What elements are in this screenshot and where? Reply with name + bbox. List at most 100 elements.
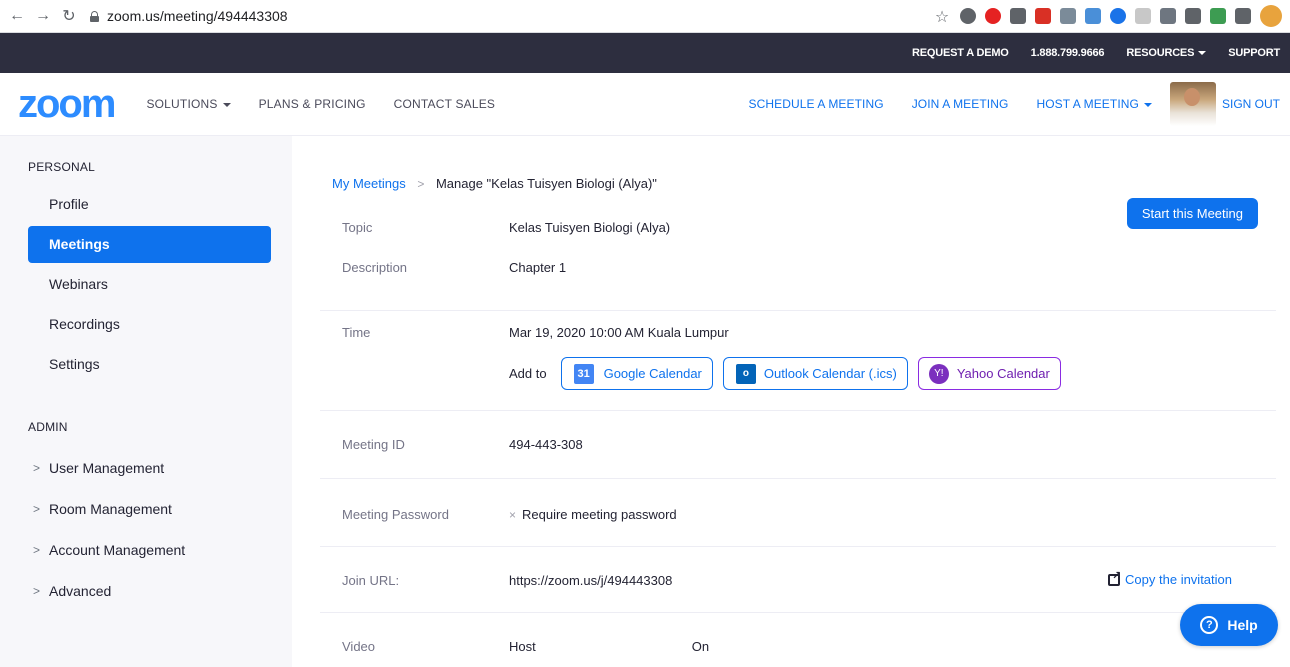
profile-avatar-icon[interactable] bbox=[1260, 5, 1282, 27]
resources-label: RESOURCES bbox=[1126, 47, 1195, 59]
google-calendar-label: Google Calendar bbox=[603, 366, 702, 381]
yahoo-calendar-label: Yahoo Calendar bbox=[956, 366, 1050, 381]
extension-icon[interactable] bbox=[1010, 8, 1026, 24]
caret-down-icon bbox=[1143, 102, 1152, 107]
caret-down-icon bbox=[1198, 51, 1207, 56]
sidebar-item-label: User Management bbox=[49, 460, 165, 476]
extension-icon[interactable] bbox=[1085, 8, 1101, 24]
chevron-right-icon: > bbox=[33, 584, 41, 598]
reload-icon[interactable]: ↻ bbox=[58, 5, 80, 27]
zoom-logo[interactable]: zoom bbox=[18, 84, 116, 124]
sidebar-header-admin: ADMIN bbox=[28, 420, 68, 434]
extension-icon[interactable] bbox=[1035, 8, 1051, 24]
video-host-label: Host bbox=[509, 639, 536, 654]
description-row: Description Chapter 1 bbox=[320, 261, 1276, 301]
meeting-password-section: Meeting Password × Require meeting passwo… bbox=[320, 479, 1276, 547]
code-extension-icon[interactable] bbox=[1060, 8, 1076, 24]
breadcrumb: My Meetings > Manage "Kelas Tuisyen Biol… bbox=[320, 176, 1290, 191]
sidebar-header-personal: PERSONAL bbox=[28, 160, 95, 174]
sidebar-item-meetings[interactable]: Meetings bbox=[28, 226, 271, 263]
copy-invitation-link[interactable]: Copy the invitation bbox=[1108, 569, 1232, 587]
browser-toolbar: ← → ↻ zoom.us/meeting/494443308 ☆ bbox=[0, 0, 1290, 33]
help-icon: ? bbox=[1200, 616, 1219, 634]
drive-extension-icon[interactable] bbox=[960, 8, 976, 24]
sidebar-item-label: Account Management bbox=[49, 542, 186, 558]
contact-sales-link[interactable]: CONTACT SALES bbox=[394, 97, 496, 111]
join-meeting-link[interactable]: JOIN A MEETING bbox=[912, 97, 1009, 111]
top-utility-bar: REQUEST A DEMO 1.888.799.9666 RESOURCES … bbox=[0, 33, 1290, 73]
opera-extension-icon[interactable] bbox=[985, 8, 1001, 24]
meeting-id-row: Meeting ID 494-443-308 bbox=[320, 437, 1276, 452]
sidebar-item-profile[interactable]: Profile bbox=[28, 186, 271, 223]
back-icon[interactable]: ← bbox=[6, 5, 28, 27]
meeting-password-value: × Require meeting password bbox=[509, 507, 677, 522]
description-label: Description bbox=[342, 260, 408, 275]
sidebar-item-advanced[interactable]: > Advanced bbox=[0, 571, 292, 612]
extension-icon[interactable] bbox=[1135, 8, 1151, 24]
yahoo-calendar-button[interactable]: Y! Yahoo Calendar bbox=[917, 357, 1061, 390]
topic-label: Topic bbox=[342, 220, 373, 235]
topic-section: Topic Kelas Tuisyen Biologi (Alya) Descr… bbox=[320, 191, 1276, 311]
video-host-value: On bbox=[691, 639, 710, 654]
sign-out-link[interactable]: SIGN OUT bbox=[1222, 97, 1280, 111]
breadcrumb-my-meetings-link[interactable]: My Meetings bbox=[332, 176, 406, 191]
breadcrumb-separator: > bbox=[417, 177, 425, 191]
video-label: Video bbox=[342, 639, 376, 654]
forward-icon[interactable]: → bbox=[32, 5, 54, 27]
sidebar-item-label: Advanced bbox=[49, 583, 112, 599]
sidebar-item-label: Room Management bbox=[49, 501, 172, 517]
sidebar-item-account-management[interactable]: > Account Management bbox=[0, 530, 292, 571]
phone-number[interactable]: 1.888.799.9666 bbox=[1031, 47, 1105, 59]
url-text: zoom.us/meeting/494443308 bbox=[107, 8, 288, 24]
google-calendar-icon: 31 bbox=[573, 363, 594, 384]
help-label: Help bbox=[1227, 617, 1258, 633]
schedule-meeting-link[interactable]: SCHEDULE A MEETING bbox=[749, 97, 884, 111]
resources-menu[interactable]: RESOURCES bbox=[1126, 47, 1207, 59]
host-meeting-menu[interactable]: HOST A MEETING bbox=[1036, 97, 1152, 111]
extension-icon[interactable] bbox=[1160, 8, 1176, 24]
solutions-menu[interactable]: SOLUTIONS bbox=[146, 97, 231, 111]
sidebar-item-user-management[interactable]: > User Management bbox=[0, 448, 292, 489]
copy-invitation-label: Copy the invitation bbox=[1125, 572, 1232, 587]
join-url-value[interactable]: https://zoom.us/j/494443308 bbox=[509, 573, 672, 588]
join-url-section: Join URL: https://zoom.us/j/494443308 Co… bbox=[320, 547, 1276, 613]
bookmark-star-icon[interactable]: ☆ bbox=[933, 7, 951, 26]
topic-row: Topic Kelas Tuisyen Biologi (Alya) bbox=[320, 221, 1276, 261]
address-bar[interactable]: zoom.us/meeting/494443308 bbox=[90, 3, 810, 29]
extension-icon[interactable] bbox=[1185, 8, 1201, 24]
topic-value: Kelas Tuisyen Biologi (Alya) bbox=[509, 220, 671, 235]
share-icon bbox=[1108, 569, 1121, 586]
google-calendar-button[interactable]: 31 Google Calendar bbox=[560, 357, 713, 390]
meeting-id-section: Meeting ID 494-443-308 bbox=[320, 411, 1276, 479]
user-avatar[interactable] bbox=[1169, 82, 1216, 126]
meeting-password-row: Meeting Password × Require meeting passwo… bbox=[320, 507, 1276, 522]
sidebar-item-settings[interactable]: Settings bbox=[28, 346, 271, 383]
sidebar-item-recordings[interactable]: Recordings bbox=[28, 306, 271, 343]
extension-bar: ☆ bbox=[933, 5, 1290, 27]
solutions-label: SOLUTIONS bbox=[146, 97, 218, 111]
page-body: PERSONAL Profile Meetings Webinars Recor… bbox=[0, 136, 1290, 667]
chevron-right-icon: > bbox=[33, 502, 41, 516]
description-value: Chapter 1 bbox=[509, 260, 567, 275]
add-to-label: Add to bbox=[509, 366, 547, 381]
sidebar-item-room-management[interactable]: > Room Management bbox=[0, 489, 292, 530]
main-navigation: zoom SOLUTIONS PLANS & PRICING CONTACT S… bbox=[0, 73, 1290, 136]
close-icon: × bbox=[509, 508, 517, 522]
time-section: Time Mar 19, 2020 10:00 AM Kuala Lumpur … bbox=[320, 311, 1276, 411]
extension-icon[interactable] bbox=[1210, 8, 1226, 24]
host-meeting-label: HOST A MEETING bbox=[1036, 97, 1139, 111]
caret-down-icon bbox=[222, 102, 231, 107]
support-link[interactable]: SUPPORT bbox=[1228, 47, 1280, 59]
sidebar-item-webinars[interactable]: Webinars bbox=[28, 266, 271, 303]
reading-list-icon[interactable] bbox=[1235, 8, 1251, 24]
outlook-calendar-button[interactable]: o Outlook Calendar (.ics) bbox=[722, 357, 908, 390]
meeting-password-text: Require meeting password bbox=[522, 507, 677, 522]
meeting-id-label: Meeting ID bbox=[342, 437, 405, 452]
help-button[interactable]: ? Help bbox=[1180, 604, 1278, 646]
plans-pricing-link[interactable]: PLANS & PRICING bbox=[259, 97, 366, 111]
time-label: Time bbox=[342, 325, 371, 340]
meeting-id-value: 494-443-308 bbox=[509, 437, 583, 452]
extension-icon[interactable] bbox=[1110, 8, 1126, 24]
chevron-right-icon: > bbox=[33, 543, 41, 557]
request-demo-link[interactable]: REQUEST A DEMO bbox=[912, 47, 1009, 59]
